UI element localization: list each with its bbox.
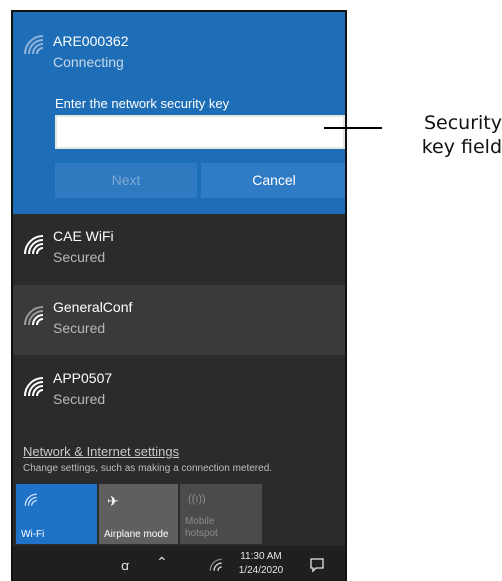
mobile-hotspot-tile[interactable]: ((ı)) Mobile hotspot bbox=[180, 484, 262, 544]
callout-label: Security key field bbox=[421, 112, 502, 158]
chevron-up-icon[interactable]: ⌃ bbox=[156, 554, 168, 571]
taskbar: ꭤ ⌃ 11:30 AM 1/24/2020 bbox=[13, 546, 345, 581]
network-list-item[interactable]: GeneralConf Secured bbox=[13, 285, 345, 355]
network-name: CAE WiFi bbox=[53, 228, 114, 244]
network-name: GeneralConf bbox=[53, 299, 133, 315]
network-status: Secured bbox=[53, 320, 106, 336]
network-list-item[interactable]: CAE WiFi Secured bbox=[13, 214, 345, 284]
connecting-network: ARE000362 Connecting Enter the network s… bbox=[13, 12, 345, 214]
network-flyout: ARE000362 Connecting Enter the network s… bbox=[11, 10, 347, 581]
network-settings-section: Network & Internet settings Change setti… bbox=[13, 434, 345, 482]
airplane-mode-tile[interactable]: ✈ Airplane mode bbox=[99, 484, 178, 544]
hotspot-icon: ((ı)) bbox=[188, 493, 206, 505]
security-key-input[interactable] bbox=[55, 115, 345, 149]
wifi-signal-icon bbox=[24, 377, 44, 397]
tile-label: Airplane mode bbox=[104, 529, 169, 540]
tile-label: Wi-Fi bbox=[21, 529, 45, 540]
network-status: Secured bbox=[53, 249, 106, 265]
clock-date: 1/24/2020 bbox=[238, 565, 284, 576]
wifi-signal-icon bbox=[24, 306, 44, 326]
clock-time: 11:30 AM bbox=[240, 551, 282, 562]
wifi-signal-icon bbox=[24, 35, 44, 55]
callout-line bbox=[324, 127, 382, 129]
network-name: ARE000362 bbox=[53, 33, 129, 49]
clock[interactable]: 11:30 AM 1/24/2020 bbox=[231, 550, 291, 578]
action-center-icon[interactable] bbox=[309, 557, 325, 573]
security-key-label: Enter the network security key bbox=[55, 96, 230, 111]
airplane-icon: ✈ bbox=[107, 493, 119, 509]
wifi-tray-icon[interactable] bbox=[209, 558, 223, 572]
network-name: APP0507 bbox=[53, 370, 113, 386]
cancel-button[interactable]: Cancel bbox=[201, 163, 345, 198]
people-icon[interactable]: ꭤ bbox=[121, 556, 129, 574]
wifi-signal-icon bbox=[24, 235, 44, 255]
tile-label: Mobile hotspot bbox=[185, 516, 218, 539]
network-settings-link[interactable]: Network & Internet settings bbox=[23, 444, 179, 459]
network-status: Secured bbox=[53, 391, 106, 407]
network-settings-description: Change settings, such as making a connec… bbox=[23, 463, 273, 474]
network-status: Connecting bbox=[53, 54, 124, 70]
wifi-icon bbox=[24, 493, 37, 506]
network-list-item[interactable]: APP0507 Secured bbox=[13, 356, 345, 426]
next-button[interactable]: Next bbox=[55, 163, 197, 198]
wifi-tile[interactable]: Wi-Fi bbox=[16, 484, 97, 544]
